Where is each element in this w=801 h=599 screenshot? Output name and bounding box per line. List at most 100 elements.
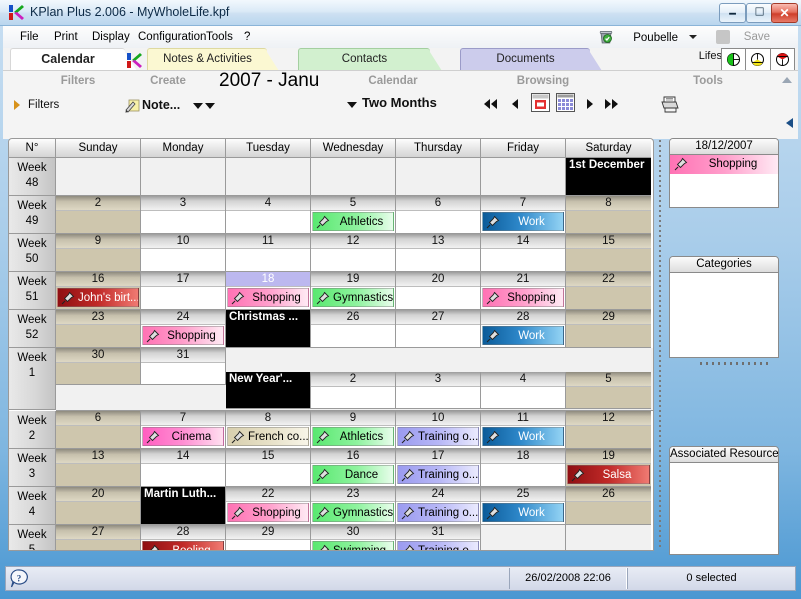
calendar-day-cell[interactable]: 11: [226, 234, 311, 272]
calendar-day-cell[interactable]: 8: [566, 196, 651, 234]
calendar-day-cell[interactable]: 27: [396, 310, 481, 348]
print-icon[interactable]: [658, 94, 680, 117]
calendar-day-cell[interactable]: [311, 158, 396, 196]
calendar-day-cell[interactable]: 7 Cinema: [141, 411, 226, 449]
calendar-event[interactable]: Shopping: [227, 288, 309, 307]
week-number-cell[interactable]: Week 51: [9, 272, 56, 310]
calendar-day-cell[interactable]: 11 Work: [481, 411, 566, 449]
calendar-day-cell[interactable]: 22 Shopping: [226, 487, 311, 525]
tab-contacts[interactable]: Contacts: [298, 48, 442, 71]
calendar-day-cell[interactable]: 5 Athletics: [311, 196, 396, 234]
calendar-day-cell[interactable]: 10: [141, 234, 226, 272]
calendar-day-cell[interactable]: 15: [226, 449, 311, 487]
calendar-day-cell[interactable]: 31: [141, 348, 226, 385]
calendar-day-cell[interactable]: 16 Dance: [311, 449, 396, 487]
column-header-thursday[interactable]: Thursday: [396, 139, 481, 158]
calendar-event[interactable]: Shopping: [482, 288, 564, 307]
calendar-day-cell[interactable]: 10 Training o...: [396, 411, 481, 449]
ribbon-collapse-icon[interactable]: [782, 77, 792, 83]
skip-forward-icon[interactable]: [603, 98, 619, 113]
calendar-event[interactable]: Gymnastics: [312, 503, 394, 522]
calendar-day-cell[interactable]: 2: [56, 196, 141, 234]
calendar-event[interactable]: Athletics: [312, 427, 394, 446]
sidebar-collapse-icon[interactable]: [786, 118, 793, 128]
create-note-dropdown-icon[interactable]: [193, 103, 203, 109]
week-number-cell[interactable]: Week 4: [9, 487, 56, 525]
calendar-day-holiday[interactable]: 1st December: [566, 158, 651, 196]
categories-list[interactable]: [670, 273, 778, 357]
calendar-day-cell[interactable]: 28 Work: [481, 310, 566, 348]
calendar-day-cell[interactable]: 17 Training o...: [396, 449, 481, 487]
calendar-day-cell[interactable]: 30: [56, 348, 141, 385]
calendar-day-cell[interactable]: 29: [566, 310, 651, 348]
calendar-event[interactable]: Salsa: [567, 465, 650, 484]
calendar-day-cell[interactable]: 23 Gymnastics: [311, 487, 396, 525]
calendar-event[interactable]: Shopping: [227, 503, 309, 522]
tab-calendar[interactable]: Calendar: [10, 48, 142, 71]
calendar-day-cell[interactable]: 22: [566, 272, 651, 310]
life-red-button[interactable]: [771, 49, 794, 70]
calendar-day-cell[interactable]: 4: [226, 196, 311, 234]
calendar-day-cell[interactable]: 7 Work: [481, 196, 566, 234]
tab-notes-activities[interactable]: Notes & Activities: [147, 48, 279, 71]
week-number-cell[interactable]: Week 50: [9, 234, 56, 272]
calendar-day-cell[interactable]: 25 Work: [481, 487, 566, 525]
column-header-monday[interactable]: Monday: [141, 139, 226, 158]
month-grid-icon[interactable]: [556, 93, 575, 115]
column-header-wednesday[interactable]: Wednesday: [311, 139, 396, 158]
calendar-day-cell[interactable]: [481, 525, 566, 550]
calendar-day-cell[interactable]: 29: [226, 525, 311, 550]
calendar-day-cell[interactable]: 12: [566, 411, 651, 449]
trash-menu-label[interactable]: Poubelle: [633, 30, 678, 46]
column-header-tuesday[interactable]: Tuesday: [226, 139, 311, 158]
calendar-event[interactable]: Booling: [142, 541, 224, 550]
calendar-day-cell[interactable]: 15: [566, 234, 651, 272]
calendar-day-cell[interactable]: 21 Shopping: [481, 272, 566, 310]
calendar-day-cell[interactable]: 6: [56, 411, 141, 449]
week-number-cell[interactable]: Week 49: [9, 196, 56, 234]
calendar-day-cell[interactable]: [56, 158, 141, 196]
date-display[interactable]: 2007 - January: [219, 69, 319, 119]
week-number-cell[interactable]: Week 48: [9, 158, 56, 196]
help-icon[interactable]: ?: [8, 568, 30, 590]
calendar-event[interactable]: Training o...: [397, 541, 479, 550]
calendar-day-cell[interactable]: 13: [396, 234, 481, 272]
calendar-day-cell[interactable]: 6: [396, 196, 481, 234]
calendar-day-cell[interactable]: 24 Shopping: [141, 310, 226, 348]
calendar-event[interactable]: Shopping: [142, 326, 224, 345]
maximize-button[interactable]: ☐: [746, 3, 773, 23]
calendar-day-cell[interactable]: 9: [56, 234, 141, 272]
calendar-day-holiday[interactable]: Christmas ...: [226, 310, 311, 348]
calendar-event[interactable]: Cinema: [142, 427, 224, 446]
skip-back-icon[interactable]: [483, 98, 499, 113]
life-green-button[interactable]: [722, 49, 747, 70]
calendar-day-cell[interactable]: 30 Swimming...: [311, 525, 396, 550]
date-dropdown-icon[interactable]: [205, 103, 215, 109]
calendar-day-cell[interactable]: 14: [141, 449, 226, 487]
column-header-sunday[interactable]: Sunday: [56, 139, 141, 158]
calendar-day-cell[interactable]: 4: [481, 372, 566, 409]
week-number-cell[interactable]: Week 5: [9, 525, 56, 550]
calendar-event[interactable]: Gymnastics: [312, 288, 394, 307]
calendar-event[interactable]: Work: [482, 212, 564, 231]
menu-help[interactable]: ?: [239, 29, 255, 45]
calendar-day-cell[interactable]: 3: [396, 372, 481, 409]
chevron-down-icon[interactable]: [689, 35, 697, 39]
calendar-day-cell[interactable]: [226, 158, 311, 196]
calendar-day-cell[interactable]: 3: [141, 196, 226, 234]
calendar-day-holiday[interactable]: New Year'...: [226, 372, 311, 409]
calendar-day-cell[interactable]: 28 Booling: [141, 525, 226, 550]
calendar-event[interactable]: Training o...: [397, 503, 479, 522]
tab-documents[interactable]: Documents: [460, 48, 602, 71]
column-header-friday[interactable]: Friday: [481, 139, 566, 158]
calendar-day-cell[interactable]: 27: [56, 525, 141, 550]
calendar-day-cell[interactable]: 26: [566, 487, 651, 525]
calendar-day-cell[interactable]: 2: [311, 372, 396, 409]
menu-configuration[interactable]: Configuration: [133, 29, 211, 45]
calendar-day-cell[interactable]: 9 Athletics: [311, 411, 396, 449]
calendar-event[interactable]: Training o...: [397, 427, 479, 446]
calendar-day-cell[interactable]: 19 Gymnastics: [311, 272, 396, 310]
week-number-cell[interactable]: Week 3: [9, 449, 56, 487]
calendar-day-cell[interactable]: 19 Salsa: [566, 449, 651, 487]
calendar-day-cell[interactable]: [566, 525, 651, 550]
